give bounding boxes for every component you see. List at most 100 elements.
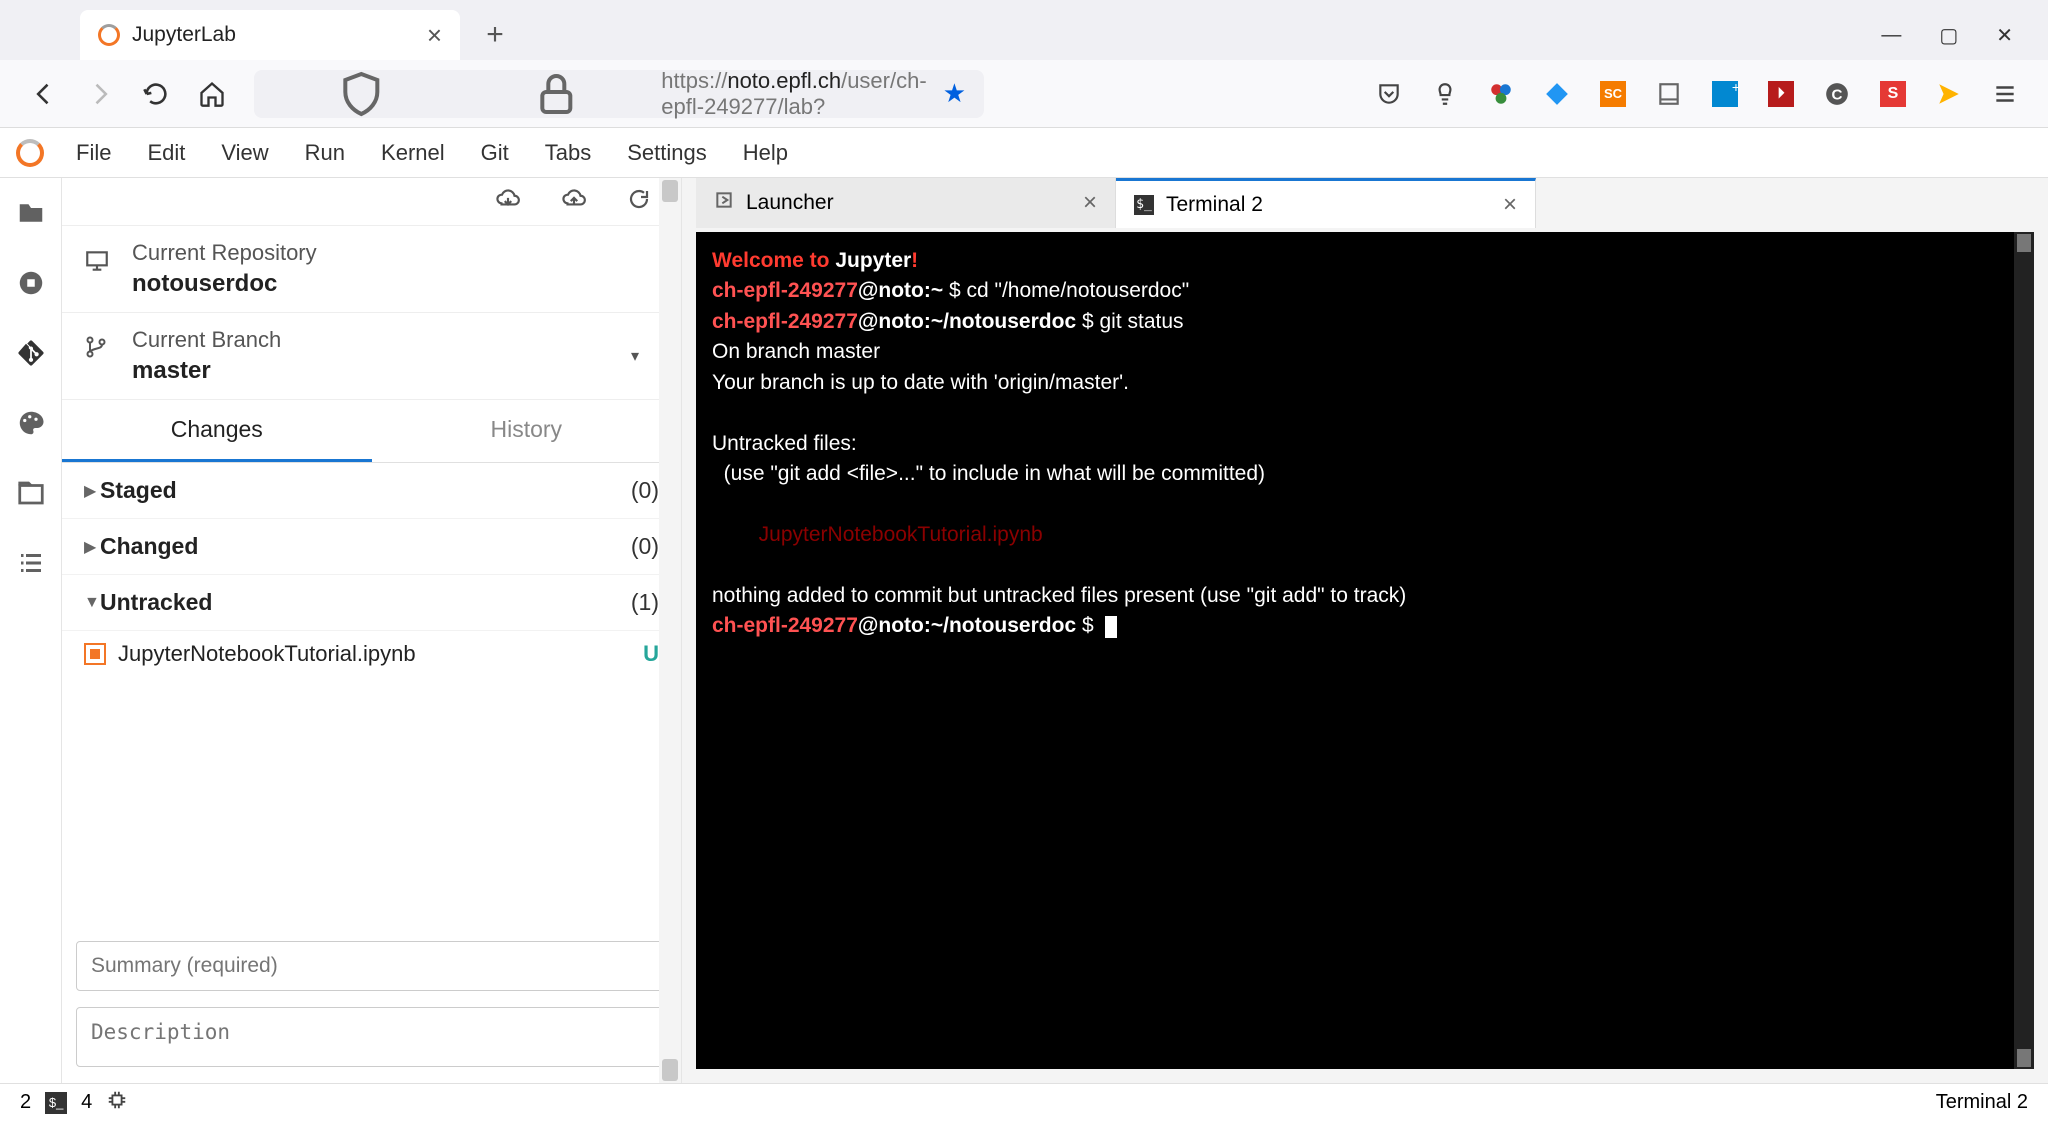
kernel-icon[interactable] <box>106 1089 128 1117</box>
expand-icon: ▶ <box>84 481 100 501</box>
close-icon[interactable]: × <box>1083 189 1097 217</box>
palette-icon[interactable] <box>16 408 46 438</box>
toc-icon[interactable] <box>16 548 46 578</box>
status-bar: 2 $_ 4 Terminal 2 <box>0 1083 2048 1121</box>
current-branch[interactable]: Current Branch master ▾ <box>62 313 681 400</box>
repo-label: Current Repository <box>132 240 659 266</box>
jupyter-favicon-icon <box>98 24 120 46</box>
window-controls: — ▢ ✕ <box>1881 10 2048 60</box>
browser-toolbar: https://noto.epfl.ch/user/ch-epfl-249277… <box>0 60 2048 128</box>
chevron-down-icon[interactable]: ▾ <box>631 346 639 366</box>
tab-changes[interactable]: Changes <box>62 400 372 462</box>
commit-description-input[interactable] <box>76 1007 667 1067</box>
cloud-pull-icon[interactable] <box>495 186 521 217</box>
branch-label: Current Branch <box>132 327 281 353</box>
repo-name: notouserdoc <box>132 270 659 298</box>
browser-tab-strip: JupyterLab × + — ▢ ✕ <box>0 0 2048 60</box>
jupyter-logo-icon[interactable] <box>0 139 60 167</box>
bookmark-star-icon[interactable]: ★ <box>943 78 966 109</box>
main-area: Launcher × $_ Terminal 2 × Welcome to Ju… <box>682 178 2048 1083</box>
menu-edit[interactable]: Edit <box>131 130 201 176</box>
branch-icon <box>84 335 108 364</box>
notebook-icon <box>84 643 106 665</box>
tab-terminal[interactable]: $_ Terminal 2 × <box>1116 178 1536 228</box>
main-tabs: Launcher × $_ Terminal 2 × <box>682 178 2048 228</box>
jupyterlab-app: FileEditViewRunKernelGitTabsSettingsHelp… <box>0 128 2048 1121</box>
activity-bar <box>0 178 62 1083</box>
launcher-icon <box>714 190 734 216</box>
extension-icon-6[interactable] <box>1936 81 1962 107</box>
home-button[interactable] <box>198 80 226 108</box>
minimize-icon[interactable]: — <box>1881 24 1901 47</box>
terminal-output[interactable]: Welcome to Jupyter! ch-epfl-249277@noto:… <box>696 232 2034 1069</box>
extension-icon-c[interactable]: C <box>1824 81 1850 107</box>
terminal-icon[interactable]: $_ <box>45 1092 67 1114</box>
untracked-file-row[interactable]: JupyterNotebookTutorial.ipynb U <box>62 631 681 677</box>
status-count-1[interactable]: 2 <box>20 1091 31 1114</box>
lock-icon <box>467 70 646 118</box>
status-count-2[interactable]: 4 <box>81 1091 92 1114</box>
svg-text:C: C <box>1832 86 1843 103</box>
jlab-menubar: FileEditViewRunKernelGitTabsSettingsHelp <box>0 128 2048 178</box>
section-changed[interactable]: ▶ Changed (0) <box>62 519 681 575</box>
close-tab-icon[interactable]: × <box>427 20 442 51</box>
extension-icon-s[interactable]: S <box>1880 81 1906 107</box>
folder-icon[interactable] <box>16 198 46 228</box>
cursor-icon <box>1105 616 1117 638</box>
section-staged[interactable]: ▶ Staged (0) <box>62 463 681 519</box>
extension-icon-2[interactable] <box>1488 81 1514 107</box>
git-icon[interactable] <box>16 338 46 368</box>
tab-terminal-label: Terminal 2 <box>1166 193 1263 217</box>
extension-icon-1[interactable] <box>1432 81 1458 107</box>
hamburger-menu-icon[interactable] <box>1992 81 2018 107</box>
tab-history[interactable]: History <box>372 400 682 462</box>
close-icon[interactable]: × <box>1503 191 1517 219</box>
tab-launcher-label: Launcher <box>746 191 834 215</box>
shield-icon <box>272 70 451 118</box>
tabs-icon[interactable] <box>16 478 46 508</box>
new-tab-button[interactable]: + <box>470 10 520 60</box>
refresh-icon[interactable] <box>627 187 651 216</box>
menu-view[interactable]: View <box>205 130 284 176</box>
extension-icon-4[interactable] <box>1656 81 1682 107</box>
extension-icon-3[interactable] <box>1544 81 1570 107</box>
status-context[interactable]: Terminal 2 <box>1936 1091 2028 1114</box>
menu-settings[interactable]: Settings <box>611 130 723 176</box>
cloud-push-icon[interactable] <box>561 186 587 217</box>
extension-icon-pdf[interactable]: ⏵ <box>1768 81 1794 107</box>
git-toolbar <box>62 178 681 226</box>
close-window-icon[interactable]: ✕ <box>1996 23 2013 48</box>
collapse-icon: ▼ <box>84 594 100 612</box>
menu-run[interactable]: Run <box>289 130 361 176</box>
current-repository[interactable]: Current Repository notouserdoc <box>62 226 681 313</box>
browser-tab[interactable]: JupyterLab × <box>80 10 460 60</box>
url-bar[interactable]: https://noto.epfl.ch/user/ch-epfl-249277… <box>254 70 984 118</box>
commit-summary-input[interactable] <box>76 941 667 991</box>
tab-launcher[interactable]: Launcher × <box>696 178 1116 228</box>
running-icon[interactable] <box>16 268 46 298</box>
expand-icon: ▶ <box>84 537 100 557</box>
extension-icon-sc[interactable]: SC <box>1600 81 1626 107</box>
reload-button[interactable] <box>142 80 170 108</box>
side-scrollbar[interactable] <box>659 178 681 1083</box>
pocket-icon[interactable] <box>1376 81 1402 107</box>
terminal-scrollbar[interactable] <box>2014 232 2034 1069</box>
menu-kernel[interactable]: Kernel <box>365 130 461 176</box>
section-untracked[interactable]: ▼ Untracked (1) <box>62 575 681 631</box>
monitor-icon <box>84 248 110 279</box>
menu-help[interactable]: Help <box>727 130 804 176</box>
url-text: https://noto.epfl.ch/user/ch-epfl-249277… <box>661 68 926 120</box>
browser-tab-title: JupyterLab <box>132 23 236 47</box>
git-side-panel: Current Repository notouserdoc Current B… <box>62 178 682 1083</box>
back-button[interactable] <box>30 80 58 108</box>
extension-icon-5[interactable]: + <box>1712 81 1738 107</box>
branch-name: master <box>132 357 281 385</box>
menu-tabs[interactable]: Tabs <box>529 130 607 176</box>
menu-file[interactable]: File <box>60 130 127 176</box>
commit-form <box>62 925 681 1083</box>
menu-git[interactable]: Git <box>465 130 525 176</box>
maximize-icon[interactable]: ▢ <box>1939 23 1958 48</box>
terminal-icon: $_ <box>1134 195 1154 215</box>
file-status: U <box>643 641 659 667</box>
forward-button[interactable] <box>86 80 114 108</box>
